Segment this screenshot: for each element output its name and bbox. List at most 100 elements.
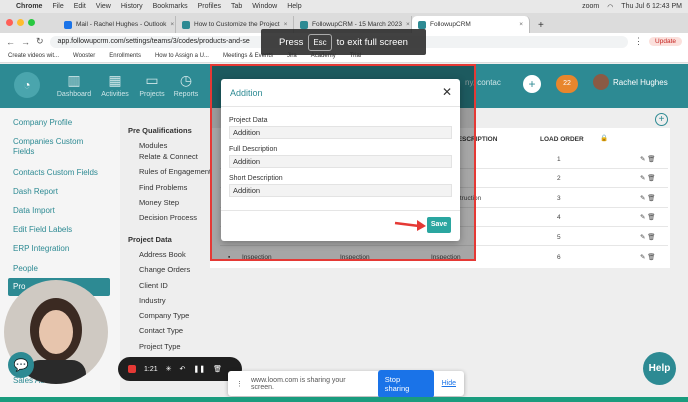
nav-dashboard[interactable]: ▥ Dashboard: [54, 72, 94, 98]
code-item-relate-connect[interactable]: Relate & Connect: [139, 152, 198, 161]
new-tab-button[interactable]: +: [530, 20, 552, 33]
edit-icon[interactable]: ✎: [640, 175, 645, 182]
menu-window[interactable]: Window: [252, 3, 277, 10]
trash-icon[interactable]: 🗑: [647, 175, 655, 182]
save-button[interactable]: Save: [427, 217, 451, 233]
reports-icon: ◷: [179, 72, 193, 88]
code-item-contact-type[interactable]: Contact Type: [139, 326, 183, 335]
quick-add-button[interactable]: +: [523, 75, 541, 93]
chat-widget-icon[interactable]: 💬: [8, 352, 34, 378]
trash-icon[interactable]: 🗑: [647, 156, 655, 163]
zoom-status[interactable]: zoom: [582, 3, 599, 11]
minimize-window-button[interactable]: [17, 19, 24, 26]
bookmark-item[interactable]: Enrollments: [109, 53, 141, 59]
menu-view[interactable]: View: [96, 3, 111, 10]
row-actions[interactable]: ✎ 🗑: [640, 174, 656, 182]
code-item-project-type[interactable]: Project Type: [139, 342, 181, 351]
nav-reports[interactable]: ◷ Reports: [166, 72, 206, 98]
row-actions[interactable]: ✎ 🗑: [640, 194, 656, 202]
code-item-rules-of-engagement[interactable]: Rules of Engagement: [139, 167, 211, 176]
bookmark-item[interactable]: Wooster: [73, 53, 95, 59]
stop-recording-icon[interactable]: [128, 365, 136, 373]
column-header-load-order: LOAD ORDER: [540, 136, 584, 143]
trash-icon[interactable]: 🗑: [647, 195, 655, 202]
trash-icon[interactable]: 🗑: [647, 214, 655, 221]
row-actions[interactable]: ✎ 🗑: [640, 253, 656, 261]
code-item-address-book[interactable]: Address Book: [139, 250, 186, 259]
drag-handle-icon[interactable]: ⋮: [236, 380, 243, 388]
followup-favicon-icon: [418, 20, 426, 29]
stop-sharing-button[interactable]: Stop sharing: [377, 369, 434, 398]
sidebar-item-companies-custom-fields[interactable]: Companies Custom Fields: [13, 137, 103, 157]
tab-outlook[interactable]: Mail - Rachel Hughes - Outlook ×: [58, 16, 176, 33]
menu-history[interactable]: History: [121, 3, 143, 10]
sidebar-item-data-import[interactable]: Data Import: [13, 206, 55, 216]
forward-icon[interactable]: →: [21, 37, 30, 47]
hide-share-bar-link[interactable]: Hide: [442, 380, 456, 387]
fullscreen-window-button[interactable]: [28, 19, 35, 26]
bookmark-item[interactable]: Create videos wit...: [8, 53, 59, 59]
code-item-company-type[interactable]: Company Type: [139, 311, 189, 320]
code-item-modules[interactable]: Modules: [139, 141, 167, 150]
edit-icon[interactable]: ✎: [640, 254, 645, 261]
trash-icon[interactable]: 🗑: [213, 365, 222, 373]
help-button[interactable]: Help: [643, 352, 676, 385]
code-item-decision-process[interactable]: Decision Process: [139, 213, 197, 222]
wifi-icon[interactable]: ◠: [607, 3, 613, 11]
avatar[interactable]: [593, 74, 609, 90]
menu-file[interactable]: File: [52, 3, 63, 10]
edit-icon[interactable]: ✎: [640, 214, 645, 221]
full-description-field[interactable]: Addition: [229, 155, 452, 168]
tab-followupcrm[interactable]: FollowupCRM ×: [412, 16, 530, 33]
pause-icon[interactable]: ❚❚: [193, 365, 205, 373]
edit-icon[interactable]: ✎: [640, 195, 645, 202]
edit-icon[interactable]: ✎: [640, 156, 645, 163]
sidebar-item-company-profile[interactable]: Company Profile: [13, 118, 72, 128]
nav-activities[interactable]: ▦ Activities: [95, 72, 135, 98]
app-logo-icon[interactable]: ◔: [14, 72, 40, 98]
code-item-change-orders[interactable]: Change Orders: [139, 265, 190, 274]
notification-badge[interactable]: 22: [556, 75, 578, 93]
close-tab-icon[interactable]: ×: [170, 21, 174, 28]
short-description-field[interactable]: Addition: [229, 184, 452, 197]
edit-icon[interactable]: ✎: [640, 234, 645, 241]
trash-icon[interactable]: 🗑: [647, 254, 655, 261]
back-icon[interactable]: ←: [6, 37, 15, 47]
row-actions[interactable]: ✎ 🗑: [640, 213, 656, 221]
sidebar-item-erp-integration[interactable]: ERP Integration: [13, 244, 69, 254]
sidebar-item-people[interactable]: People: [13, 264, 38, 274]
code-item-industry[interactable]: Industry: [139, 296, 166, 305]
menu-help[interactable]: Help: [287, 3, 301, 10]
clock[interactable]: Thu Jul 6 12:43 PM: [621, 3, 682, 11]
menu-profiles[interactable]: Profiles: [198, 3, 221, 10]
close-icon[interactable]: ✕: [442, 85, 452, 99]
row-actions[interactable]: ✎ 🗑: [640, 233, 656, 241]
restart-icon[interactable]: ↶: [180, 365, 186, 373]
code-item-money-step[interactable]: Money Step: [139, 198, 179, 207]
sidebar-item-contacts-custom-fields[interactable]: Contacts Custom Fields: [13, 168, 98, 178]
menu-tab[interactable]: Tab: [231, 3, 242, 10]
close-window-button[interactable]: [6, 19, 13, 26]
project-data-field[interactable]: Addition: [229, 126, 452, 139]
menu-bookmarks[interactable]: Bookmarks: [153, 3, 188, 10]
add-code-button[interactable]: +: [655, 113, 668, 126]
close-tab-icon[interactable]: ×: [284, 21, 288, 28]
menu-app-name[interactable]: Chrome: [16, 3, 42, 10]
code-item-find-problems[interactable]: Find Problems: [139, 183, 187, 192]
url-text: app.followupcrm.com/settings/teams/3/cod…: [57, 38, 250, 45]
reload-icon[interactable]: ↻: [36, 36, 44, 47]
sidebar-item-edit-field-labels[interactable]: Edit Field Labels: [13, 225, 72, 235]
update-button[interactable]: Update: [649, 37, 682, 46]
sidebar-item-dash-report[interactable]: Dash Report: [13, 187, 58, 197]
menu-edit[interactable]: Edit: [74, 3, 86, 10]
code-item-client-id[interactable]: Client ID: [139, 281, 168, 290]
extensions-icon[interactable]: ⋮: [634, 36, 643, 47]
trash-icon[interactable]: 🗑: [647, 234, 655, 241]
user-name[interactable]: Rachel Hughes: [613, 78, 668, 87]
bookmark-item[interactable]: How to Assign a U...: [155, 53, 209, 59]
close-tab-icon[interactable]: ×: [406, 21, 410, 28]
row-actions[interactable]: ✎ 🗑: [640, 155, 656, 163]
drawing-tool-icon[interactable]: ✳: [166, 365, 172, 373]
close-tab-icon[interactable]: ×: [519, 21, 523, 28]
edit-code-modal: Addition ✕ Project Data Addition Full De…: [221, 79, 460, 241]
